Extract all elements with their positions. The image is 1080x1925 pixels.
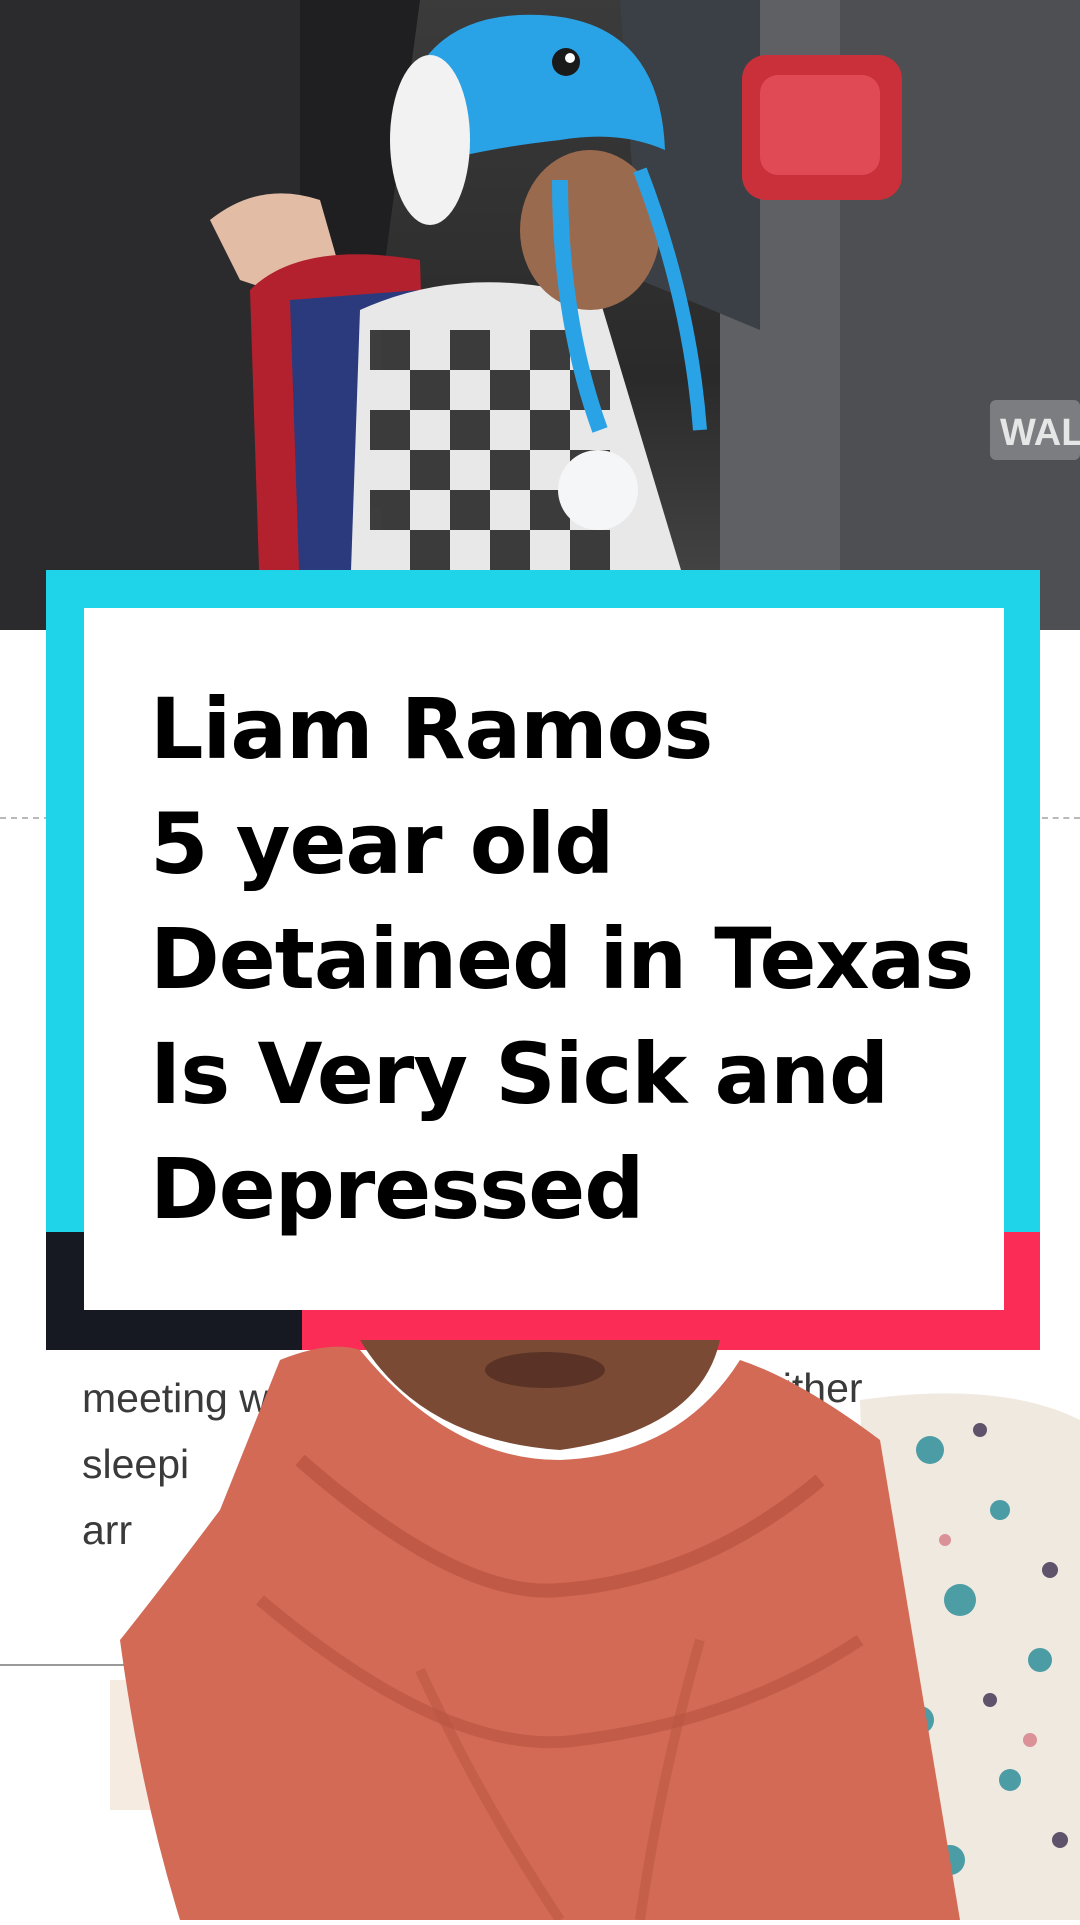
news-photo: WAL (0, 0, 1080, 630)
article-divider-dashed-right (1042, 817, 1080, 819)
vehicle-badge: WAL (1000, 412, 1080, 454)
headline-line: Detained in Texas (150, 910, 974, 1008)
headline-line: 5 year old (150, 795, 614, 893)
presenter-cutout (0, 1340, 1080, 1923)
headline-line: Is Very Sick and (150, 1025, 889, 1123)
headline-line: Depressed (150, 1140, 644, 1238)
article-divider-dashed-left (0, 817, 50, 819)
title-card-headline: Liam Ramos 5 year old Detained in Texas … (150, 672, 990, 1247)
headline-line: Liam Ramos (150, 680, 713, 778)
